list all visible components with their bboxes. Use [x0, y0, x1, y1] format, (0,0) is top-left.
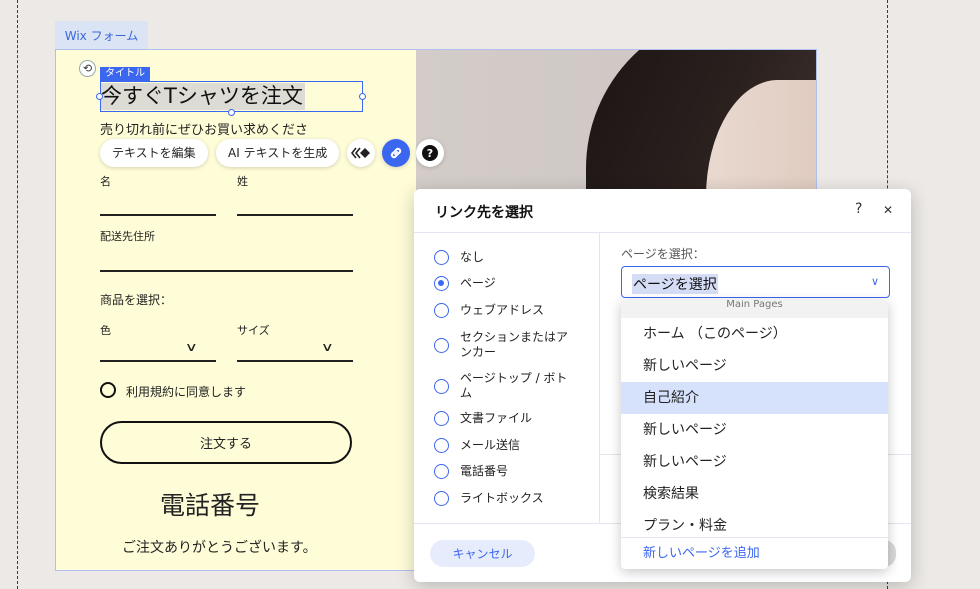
page-title[interactable]: 今すぐTシャツを注文: [101, 83, 305, 110]
dropdown-item-selected[interactable]: 自己紹介: [621, 382, 888, 414]
subtitle-text: 売り切れ前にぜひお買い求めくださ: [100, 123, 309, 138]
link-button[interactable]: [382, 139, 410, 167]
size-label: サイズ: [237, 324, 270, 337]
chevron-down-icon: ∨: [870, 275, 879, 288]
dropdown-item[interactable]: 新しいページ: [621, 414, 888, 446]
add-page-link[interactable]: 新しいページを追加: [621, 537, 888, 569]
ai-text-button[interactable]: AI テキストを生成: [216, 139, 340, 167]
order-button[interactable]: 注文する: [100, 421, 352, 464]
question-icon: ?: [422, 145, 438, 161]
last-name-label: 姓: [237, 175, 248, 188]
dialog-close-icon[interactable]: ✕: [883, 203, 893, 217]
page-select-label: ページを選択：: [621, 247, 705, 261]
cancel-button[interactable]: キャンセル: [430, 540, 535, 567]
link-option-page[interactable]: ページ: [434, 276, 578, 291]
link-option-section-anchor[interactable]: セクションまたはアンカー: [434, 330, 578, 360]
link-option-top-bottom[interactable]: ページトップ / ボトム: [434, 371, 578, 401]
radio-button[interactable]: [434, 250, 449, 265]
dialog-header: リンク先を選択 ? ✕: [414, 189, 911, 233]
link-icon: [390, 147, 402, 159]
dialog-title: リンク先を選択: [435, 205, 533, 221]
size-dropdown-chevron-icon[interactable]: ∨: [321, 340, 334, 354]
link-option-document[interactable]: 文書ファイル: [434, 411, 578, 426]
resize-handle-bottom[interactable]: [228, 109, 235, 116]
link-option-web-address[interactable]: ウェブアドレス: [434, 303, 578, 318]
color-dropdown-chevron-icon[interactable]: ∨: [185, 340, 198, 354]
dropdown-item[interactable]: 検索結果: [621, 478, 888, 510]
radio-button[interactable]: [434, 464, 449, 479]
product-label: 商品を選択：: [100, 293, 173, 307]
link-option-none[interactable]: なし: [434, 250, 578, 265]
color-select[interactable]: [100, 360, 216, 362]
resize-handle-left[interactable]: [96, 93, 103, 100]
animation-button[interactable]: [347, 139, 375, 167]
address-field[interactable]: [100, 270, 353, 272]
phone-heading: 電話番号: [160, 491, 261, 520]
size-select[interactable]: [237, 360, 353, 362]
page-select[interactable]: ページを選択 ∨: [621, 266, 890, 298]
resize-handle-right[interactable]: [359, 93, 366, 100]
first-name-field[interactable]: [100, 214, 216, 216]
dropdown-item[interactable]: 新しいページ: [621, 446, 888, 478]
address-label: 配送先住所: [100, 230, 155, 243]
page-select-value: ページを選択: [632, 274, 718, 294]
radio-button[interactable]: [434, 379, 449, 394]
diamond-arrows-icon: [351, 147, 370, 159]
first-name-label: 名: [100, 175, 111, 188]
left-guide-line: [17, 0, 18, 589]
svg-text:?: ?: [427, 147, 433, 160]
title-tag: タイトル: [100, 67, 150, 81]
form-tag[interactable]: Wix フォーム: [55, 21, 148, 49]
color-label: 色: [100, 324, 111, 337]
radio-button[interactable]: [434, 303, 449, 318]
dropdown-item[interactable]: 新しいページ: [621, 350, 888, 382]
radio-button[interactable]: [434, 338, 449, 353]
dropdown-item[interactable]: ホーム （このページ）: [621, 318, 888, 350]
radio-button-checked[interactable]: [434, 276, 449, 291]
link-option-lightbox[interactable]: ライトボックス: [434, 491, 578, 506]
radio-button[interactable]: [434, 491, 449, 506]
terms-checkbox[interactable]: [100, 382, 116, 398]
link-option-email[interactable]: メール送信: [434, 438, 578, 453]
last-name-field[interactable]: [237, 214, 353, 216]
rotate-icon[interactable]: ⟲: [79, 60, 96, 77]
radio-button[interactable]: [434, 438, 449, 453]
radio-button[interactable]: [434, 411, 449, 426]
terms-label: 利用規約に同意します: [126, 385, 247, 399]
link-option-phone[interactable]: 電話番号: [434, 464, 578, 479]
dropdown-group-label: Main Pages: [621, 300, 888, 318]
page-dropdown-list: Main Pages ホーム （このページ） 新しいページ 自己紹介 新しいペー…: [621, 300, 888, 569]
help-button[interactable]: ?: [416, 139, 444, 167]
edit-text-button[interactable]: テキストを編集: [100, 139, 208, 167]
thanks-text: ご注文ありがとうございます。: [122, 540, 317, 556]
dialog-help-icon[interactable]: ?: [855, 201, 862, 217]
